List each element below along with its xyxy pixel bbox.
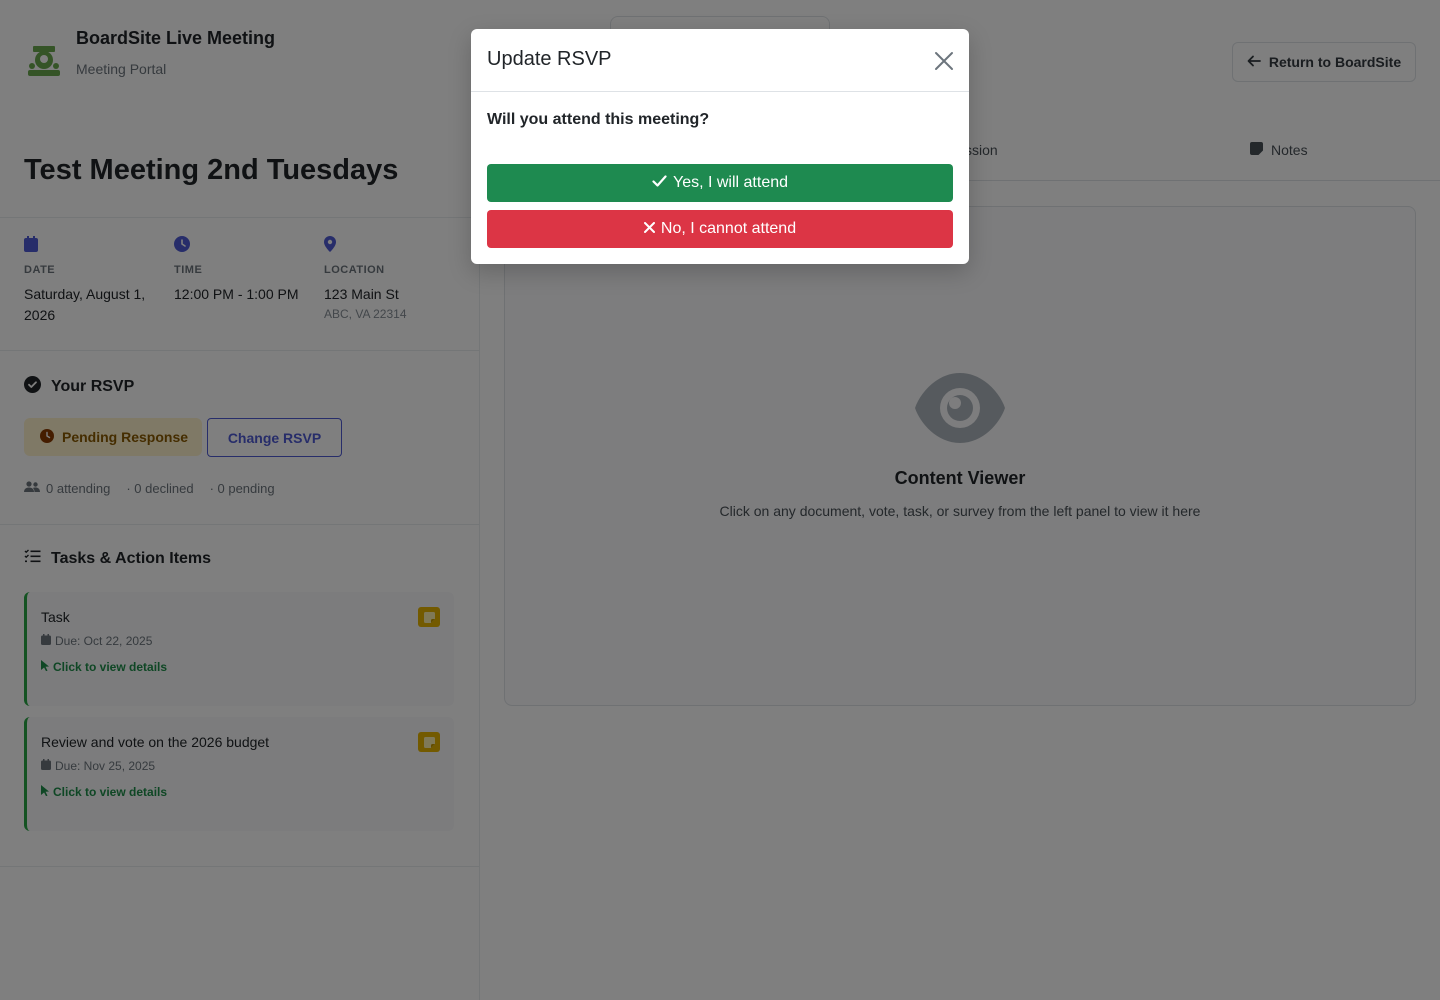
attend-yes-button[interactable]: Yes, I will attend bbox=[487, 164, 953, 202]
close-icon[interactable] bbox=[933, 50, 955, 72]
modal-header: Update RSVP bbox=[471, 29, 969, 92]
x-icon bbox=[643, 220, 655, 238]
check-icon bbox=[652, 174, 667, 192]
update-rsvp-modal: Update RSVP Will you attend this meeting… bbox=[471, 29, 969, 264]
attend-no-button[interactable]: No, I cannot attend bbox=[487, 210, 953, 248]
attend-yes-label: Yes, I will attend bbox=[672, 174, 789, 191]
modal-title: Update RSVP bbox=[487, 48, 612, 70]
modal-question: Will you attend this meeting? bbox=[487, 111, 710, 128]
attend-no-label: No, I cannot attend bbox=[660, 220, 797, 237]
